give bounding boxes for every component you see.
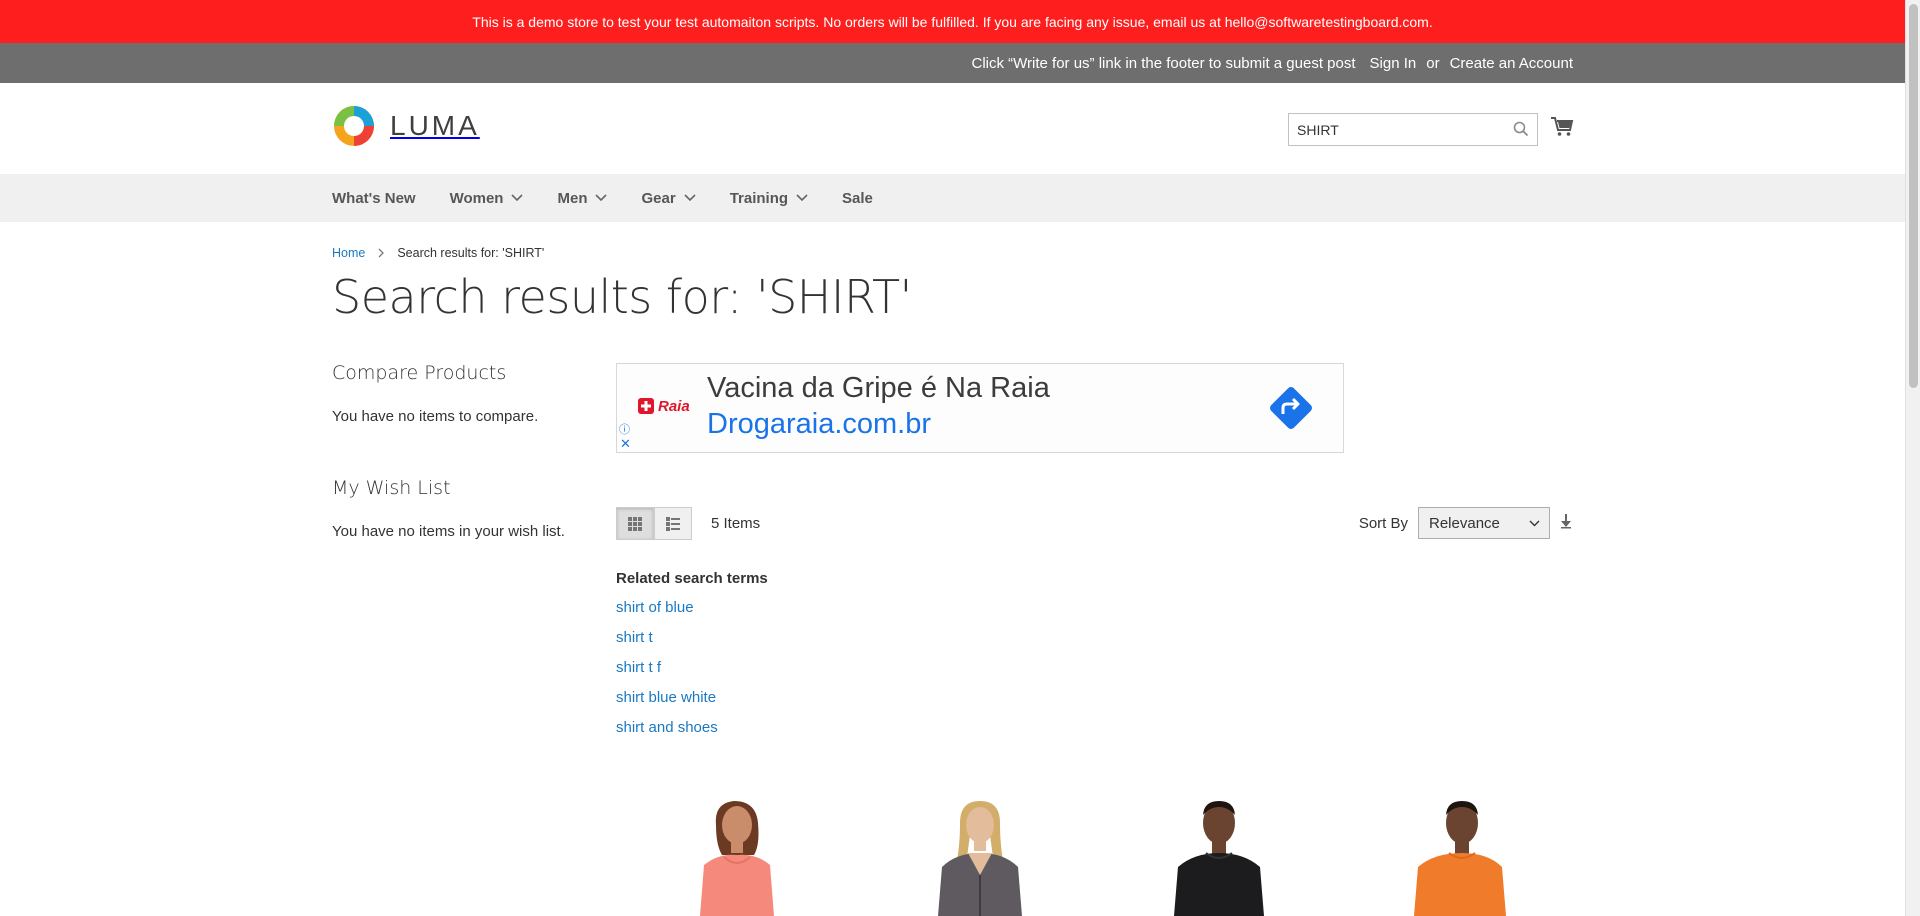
product-image[interactable] [1384,795,1534,916]
luma-logo[interactable]: LUMA [332,104,480,148]
chevron-right-icon [378,248,385,258]
sort-by-value: Relevance [1429,514,1500,532]
nav-item-label: Training [729,189,789,207]
wishlist-empty-text: You have no items in your wish list. [332,523,565,540]
ad-brand-logo: Raia [637,397,690,415]
chevron-down-icon [595,194,608,202]
nav-item-gear[interactable]: Gear [641,189,696,207]
header: LUMA [0,83,1905,174]
item-count: 5 Items [711,515,761,532]
directions-arrow-icon[interactable] [1267,384,1315,437]
product-image[interactable] [664,795,814,916]
chevron-down-icon [684,194,696,202]
wishlist-block: My Wish List You have no items in your w… [332,477,582,540]
nav-item-label: Sale [842,189,873,207]
sort-by-label: Sort By [1358,514,1408,532]
ad-close-icon[interactable]: ✕ [620,436,631,452]
sorter: Sort By Relevance [1359,507,1572,539]
guest-post-text: Click “Write for us” link in the footer … [971,54,1356,72]
breadcrumb-current: Search results for: 'SHIRT' [397,246,545,260]
ad-info-icon[interactable]: ⓘ [619,421,630,437]
view-mode-switcher [616,507,692,540]
nav-item-women[interactable]: Women [450,190,524,207]
search-icon[interactable] [1513,121,1529,142]
nav-item-men[interactable]: Men [557,189,608,207]
chevron-down-icon [1529,520,1540,527]
compare-block: Compare Products You have no items to co… [332,362,582,425]
product-image[interactable] [1144,795,1294,916]
nav-item-label: Gear [641,189,676,207]
page-title: Search results for: 'SHIRT' [332,270,912,324]
sign-in-link[interactable]: Sign In [1370,55,1417,72]
search-input[interactable] [1289,114,1499,145]
related-term-link[interactable]: shirt and shoes [616,719,768,749]
nav-item-label: Men [557,189,588,207]
products-toolbar: 5 Items Sort By Relevance [616,507,1572,540]
ad-title: Vacina da Gripe é Na Raia [707,372,1050,404]
related-term-link[interactable]: shirt blue white [616,689,768,719]
ad-brand-text: Raia [658,397,690,415]
list-view-icon[interactable] [654,507,692,540]
sort-by-select[interactable]: Relevance [1418,507,1550,539]
nav-item-whats-new[interactable]: What's New [332,190,416,207]
wishlist-title: My Wish List [332,477,451,499]
chevron-down-icon [796,194,808,202]
compare-title: Compare Products [332,362,507,384]
related-search-terms: Related search terms shirt of blue shirt… [616,570,768,749]
nav-item-training[interactable]: Training [730,190,808,207]
scrollbar-thumb[interactable] [1909,4,1918,388]
page-scrollbar[interactable] [1905,0,1920,916]
sidebar: Compare Products You have no items to co… [332,362,582,540]
grid-view-icon[interactable] [616,507,654,540]
related-term-link[interactable]: shirt of blue [616,599,768,629]
chevron-down-icon [511,194,524,202]
related-search-terms-title: Related search terms [616,570,768,587]
breadcrumb-home-link[interactable]: Home [332,246,365,260]
luma-logo-icon [334,106,374,146]
cart-icon[interactable] [1550,116,1574,143]
or-text: or [1426,54,1440,72]
product-grid [616,795,1572,916]
create-account-link[interactable]: Create an Account [1450,55,1573,72]
advertisement-banner[interactable]: Raia Vacina da Gripe é Na Raia Drogaraia… [616,363,1344,453]
compare-empty-text: You have no items to compare. [332,408,539,425]
nav-item-label: Women [449,189,504,207]
related-term-link[interactable]: shirt t f [616,659,768,689]
logo-text: LUMA [390,110,480,141]
demo-notice-text: This is a demo store to test your test a… [472,13,1433,30]
top-links-bar: Click “Write for us” link in the footer … [0,43,1905,83]
pharmacy-cross-icon [638,398,654,414]
sort-direction-arrow-icon[interactable] [1560,513,1572,534]
related-term-link[interactable]: shirt t [616,629,768,659]
nav-item-label: What's New [332,189,416,207]
ad-url: Drogaraia.com.br [707,408,932,440]
product-image[interactable] [904,795,1054,916]
breadcrumb: Home Search results for: 'SHIRT' [332,246,544,260]
nav-item-sale[interactable]: Sale [842,190,873,207]
search-box [1288,113,1538,146]
demo-notice-bar: This is a demo store to test your test a… [0,0,1905,43]
main-navigation: What's New Women Men Gear Training Sale [0,174,1905,222]
